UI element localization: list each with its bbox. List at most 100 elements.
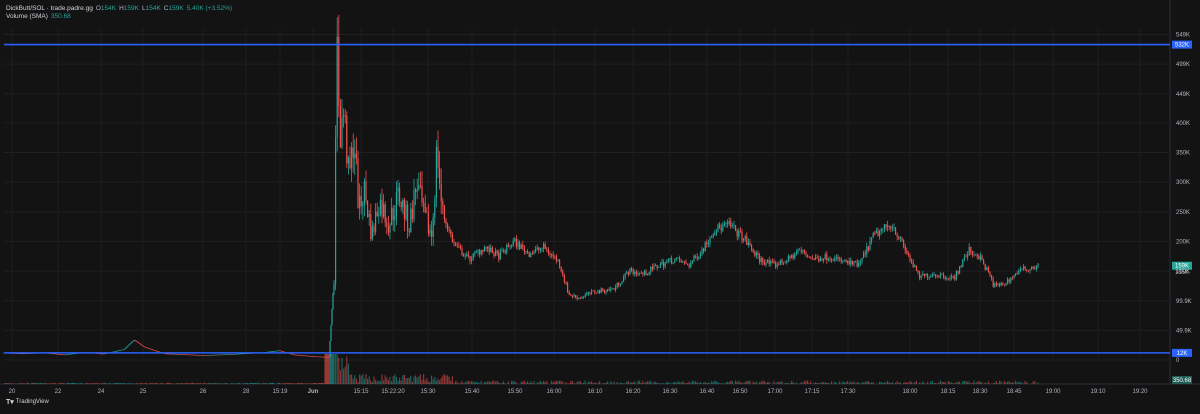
volume-bar (695, 382, 696, 384)
candle-body (489, 247, 490, 253)
candle-body (898, 237, 899, 239)
volume-bar (617, 382, 618, 384)
volume-bar (349, 375, 350, 384)
candle-body (474, 252, 475, 254)
candle-body (1025, 267, 1026, 270)
candle-body (753, 249, 754, 251)
candle-body (730, 221, 731, 227)
candle-body (549, 253, 550, 254)
candle-body (826, 254, 827, 260)
volume-label[interactable]: Volume (SMA) (6, 13, 48, 21)
candle-body (889, 226, 890, 227)
volume-bar (346, 357, 347, 384)
candle-body (1012, 278, 1013, 279)
candle-body (444, 206, 445, 220)
volume-bar (138, 383, 139, 384)
volume-bar (433, 379, 434, 384)
candle-body (661, 262, 662, 264)
candle-body (682, 261, 683, 262)
candle-body (1020, 269, 1021, 272)
volume-bar (588, 381, 589, 384)
candle-body (698, 257, 699, 259)
volume-bar (871, 382, 872, 384)
volume-bar (645, 382, 646, 384)
symbol-label[interactable]: DickButt/SOL · trade.padre.gg (6, 5, 93, 13)
candle-body (509, 247, 510, 248)
x-tick-label: 16:50 (732, 389, 748, 395)
tradingview-logo[interactable]: T▾ TradingView (6, 398, 49, 406)
time-axis[interactable]: 20222425262815:19Jun15:1515:22:2015:3015… (9, 389, 1149, 395)
volume-bar (759, 382, 760, 384)
volume-bar (415, 375, 416, 384)
candle-body (861, 258, 862, 261)
candle-body (473, 254, 474, 260)
candle-body (465, 256, 466, 257)
volume-bar (554, 381, 555, 384)
candle-body (365, 181, 366, 201)
chart-canvas[interactable]: 532K12K159K155K350.68 549K499K449K400K35… (0, 0, 1200, 409)
tradingview-wordmark: TradingView (16, 399, 49, 405)
candle-body (449, 230, 450, 231)
candle-body (594, 291, 595, 293)
volume-bar (405, 378, 406, 384)
candle-body (906, 250, 907, 253)
x-tick-label: 18:45 (1006, 389, 1022, 395)
candle-body (1009, 279, 1010, 281)
candle-body (935, 275, 936, 276)
volume-bar (700, 382, 701, 384)
candle-body (780, 260, 781, 265)
volume-bar (724, 383, 725, 384)
candle-body (689, 265, 690, 267)
volume-bar (501, 383, 502, 384)
volume-bar (407, 378, 408, 384)
volume-bar (461, 381, 462, 384)
x-tick-label: Jun (308, 389, 319, 395)
candle-body (380, 200, 381, 215)
volume-bar (543, 381, 544, 384)
volume-bar (778, 382, 779, 384)
volume-bar (933, 383, 934, 384)
candle-body (865, 253, 866, 254)
candle-body (908, 253, 909, 254)
volume-bar (813, 383, 814, 384)
volume-bar (879, 382, 880, 384)
candle-body (492, 248, 493, 253)
volume-bar (90, 383, 91, 384)
candle-body (881, 229, 882, 231)
candle-body (537, 247, 538, 249)
volume-bar (396, 377, 397, 384)
volume-bar (521, 382, 522, 384)
candle-body (498, 253, 499, 260)
price-axis[interactable]: 549K499K449K400K350K300K250K200K150K99.9… (1176, 33, 1192, 364)
volume-bar (409, 378, 410, 384)
candle-body (141, 345, 142, 346)
candle-body (546, 249, 547, 250)
volume-bar (485, 382, 486, 384)
candle-body (897, 234, 898, 236)
volume-bar (890, 383, 891, 384)
volume-bar (637, 381, 638, 384)
volume-bar (903, 383, 904, 384)
volume-bar (828, 383, 829, 384)
candle-body (353, 147, 354, 157)
candle-body (562, 271, 563, 276)
candle-body (655, 265, 656, 266)
volume-bar (1004, 381, 1005, 384)
candle-body (845, 260, 846, 262)
price-chart[interactable]: 532K12K159K155K350.68 549K499K449K400K35… (0, 0, 1200, 409)
candle-body (658, 267, 659, 268)
candle-body (885, 224, 886, 227)
volume-bar (858, 383, 859, 384)
volume-bar (498, 382, 499, 384)
candle-body (727, 223, 728, 224)
volume-bar (434, 377, 435, 384)
candle-body (359, 196, 360, 208)
candle-body (500, 252, 501, 260)
hline-price-label: 532K (1175, 43, 1189, 49)
volume-bar (701, 383, 702, 384)
volume-bar (87, 383, 88, 384)
candle-body (953, 276, 954, 277)
x-tick-label: 28 (243, 389, 250, 395)
candle-body (399, 187, 400, 202)
volume-bar (607, 381, 608, 384)
